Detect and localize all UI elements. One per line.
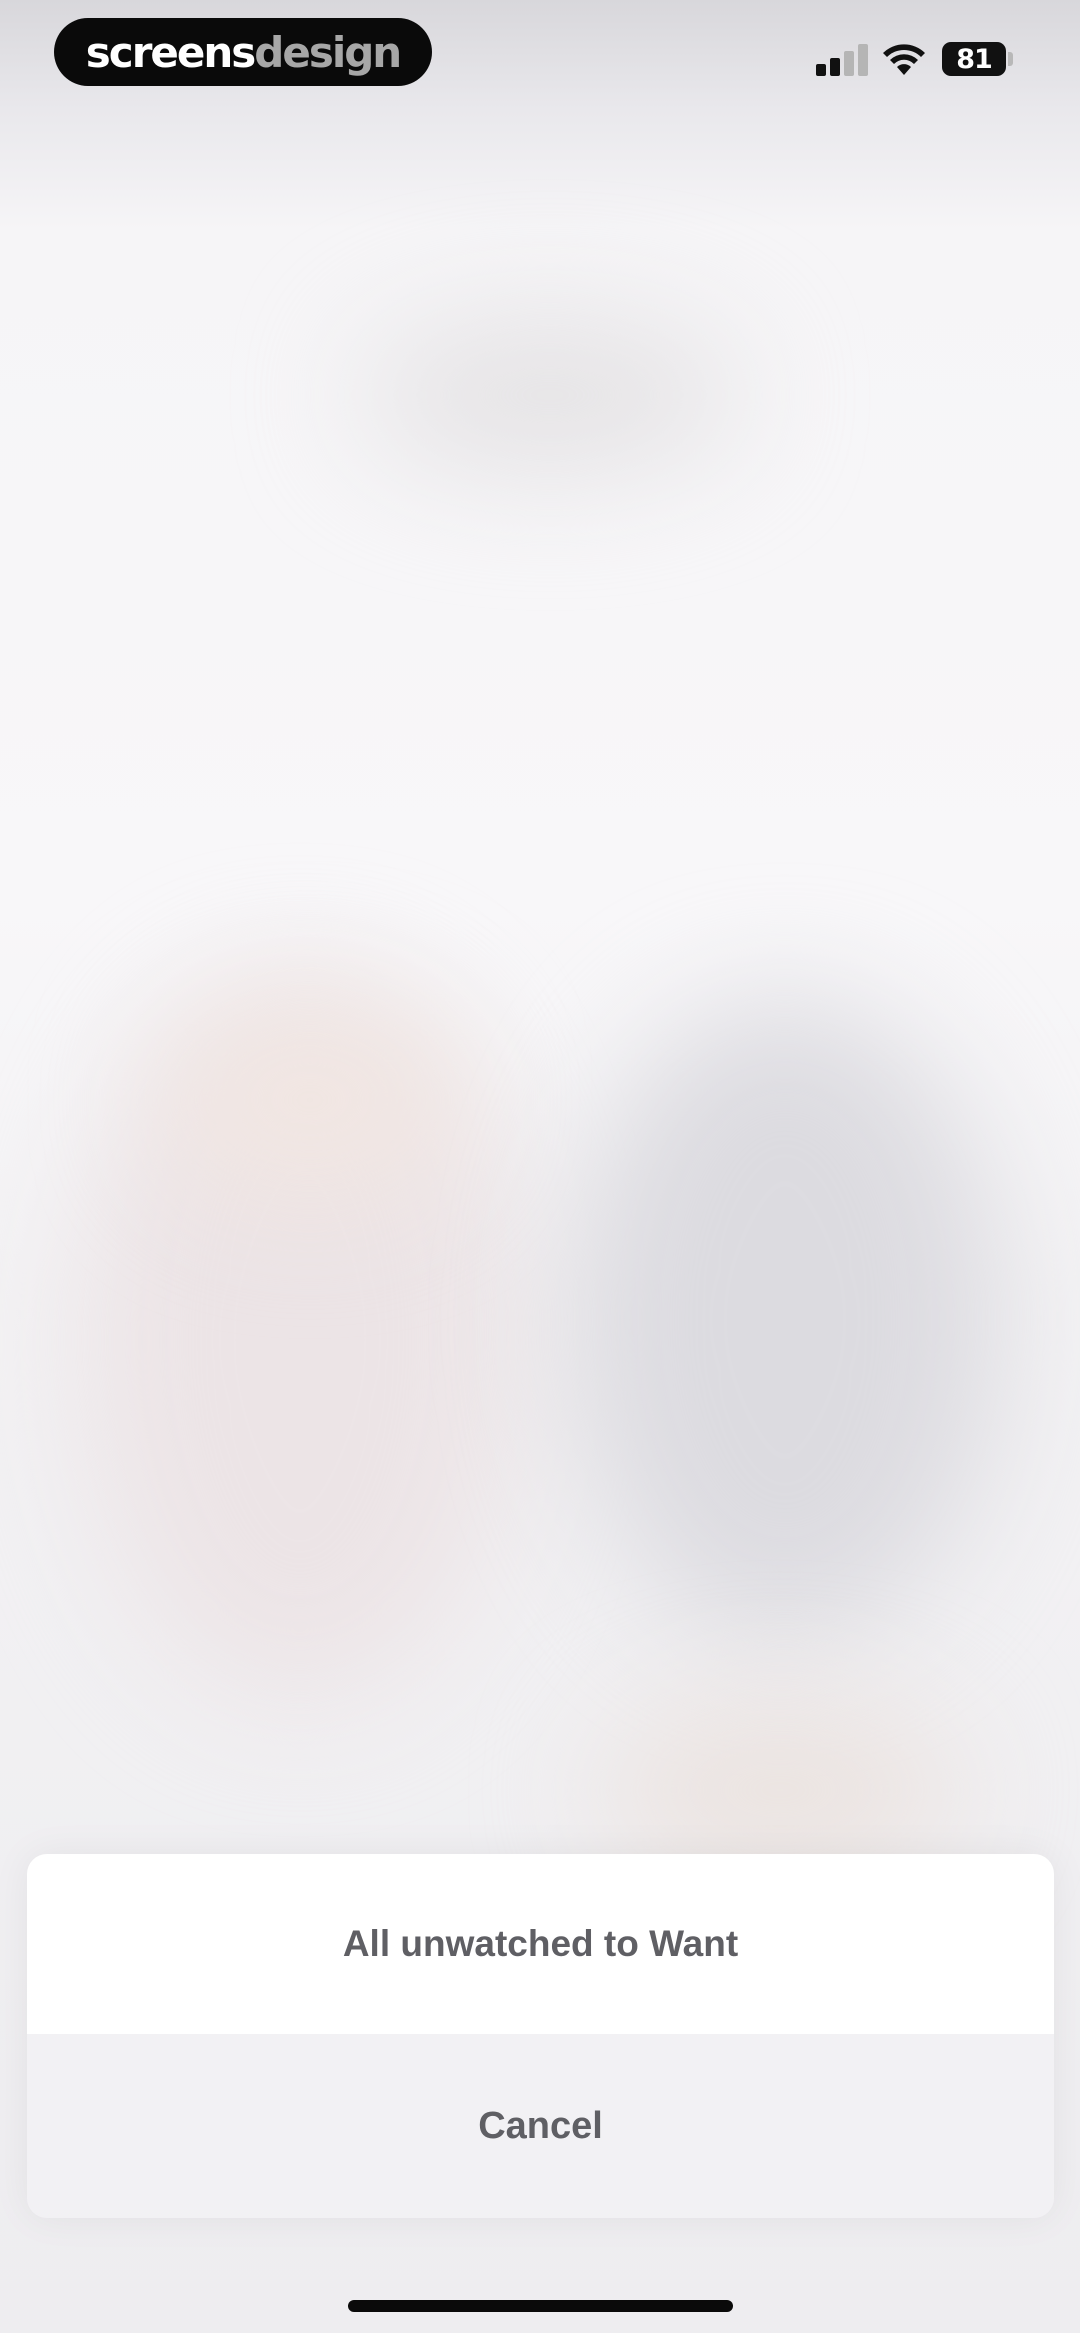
action-sheet: All unwatched to Want Cancel [27, 1854, 1054, 2218]
battery-level: 81 [956, 43, 993, 75]
status-bar: screens design 81 [0, 0, 1080, 110]
cellular-signal-icon [816, 44, 868, 76]
blurred-poster-left-accent [160, 1000, 460, 1200]
all-unwatched-to-want-button[interactable]: All unwatched to Want [27, 1854, 1054, 2034]
wifi-icon [883, 44, 925, 75]
brand-logo-text-primary: screens [85, 27, 256, 77]
brand-logo-text-secondary: design [254, 27, 402, 77]
all-unwatched-to-want-label: All unwatched to Want [342, 1923, 739, 1964]
cancel-button[interactable]: Cancel [27, 2034, 1054, 2218]
brand-logo: screens design [54, 18, 432, 86]
blurred-poster-right-lower [600, 1700, 960, 1880]
blurred-poster-right [570, 1000, 1000, 1640]
blurred-header-shape [360, 320, 740, 470]
cancel-label: Cancel [478, 2104, 603, 2147]
home-indicator[interactable] [348, 2300, 733, 2312]
battery-icon: 81 [942, 42, 1006, 76]
battery-tip [1008, 52, 1013, 66]
